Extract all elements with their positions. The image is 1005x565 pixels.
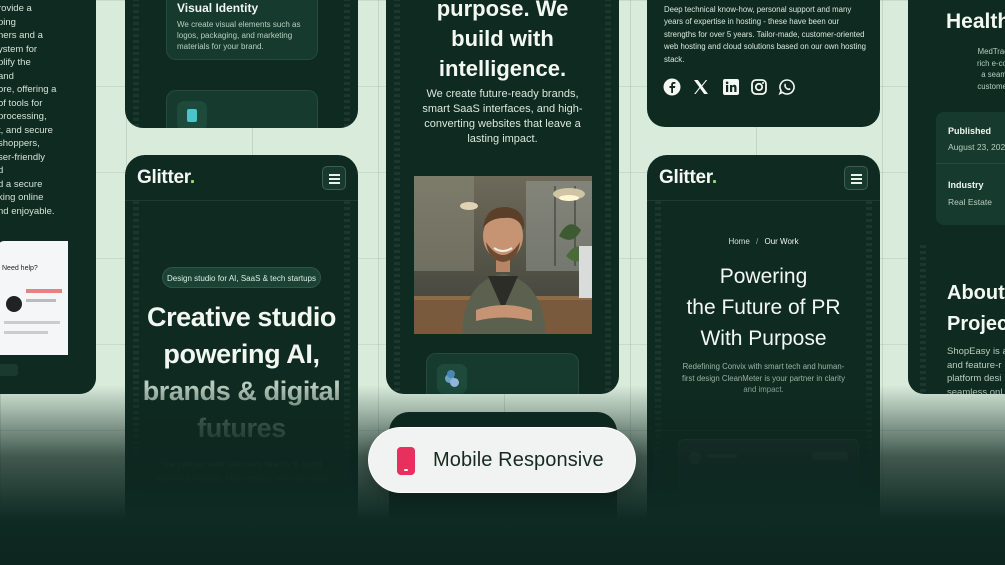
- right-partial-phone: Health MedTrack is a m rich e-commerce a…: [908, 0, 1005, 394]
- mobile-responsive-badge: Mobile Responsive: [368, 427, 636, 493]
- text-line: ping: [0, 16, 16, 28]
- left-partial-phone: rovide a ping ners and a ystem for plify the…: [0, 0, 96, 394]
- text-line: t, and secure: [0, 124, 53, 136]
- text-line: shoppers,: [0, 138, 40, 149]
- hero-subtext: We partner with visionary teams to build…: [155, 459, 328, 483]
- hero-header: Glitter.: [125, 155, 358, 201]
- about-project-heading: About Projec: [947, 282, 1005, 335]
- breadcrumb-current: Our Work: [764, 237, 799, 246]
- center-phone: purpose. We build with intelligence. We …: [386, 0, 619, 394]
- instagram-icon[interactable]: [750, 78, 768, 96]
- visual-identity-desc: We create visual elements such as logos, …: [177, 19, 317, 52]
- published-value: August 23, 202: [948, 142, 1005, 152]
- circles-icon: [437, 364, 467, 394]
- feature-card: [426, 353, 579, 394]
- published-label: Published: [948, 126, 992, 136]
- work-header: Glitter.: [647, 155, 880, 201]
- glitter-logo[interactable]: Glitter.: [659, 167, 717, 189]
- text-line: plify the: [0, 57, 31, 68]
- hero-heading: Creative studio powering AI, brands & di…: [142, 302, 341, 443]
- text-line: rovide a: [0, 3, 32, 14]
- menu-button[interactable]: [322, 166, 346, 190]
- facebook-icon[interactable]: [663, 78, 681, 96]
- text-line: d: [0, 165, 4, 176]
- about-phone: Deep technical know-how, personal suppor…: [647, 0, 880, 127]
- text-line: ners and a: [0, 30, 43, 41]
- x-icon[interactable]: [692, 78, 710, 96]
- studio-badge: Design studio for AI, SaaS & tech startu…: [162, 267, 321, 288]
- about-body: Deep technical know-how, personal suppor…: [664, 5, 866, 64]
- text-line: ore, offering a: [0, 84, 57, 95]
- health-desc: MedTrack is a m rich e-commerce a seamle…: [976, 47, 1005, 91]
- text-line: ser-friendly: [0, 151, 45, 163]
- breadcrumb: Home / Our Work: [728, 237, 799, 246]
- text-line: king online: [0, 192, 44, 203]
- mobile-icon: [397, 447, 415, 475]
- chat-preview-text: Need help?: [2, 265, 38, 272]
- text-line: ystem for: [0, 43, 38, 55]
- whatsapp-icon[interactable]: [778, 78, 796, 96]
- dashboard-preview: Need help?: [0, 241, 68, 355]
- text-line: processing,: [0, 111, 47, 122]
- work-heading: Powering the Future of PR With Purpose: [686, 265, 841, 350]
- text-line: materials for your brand.: [177, 42, 264, 51]
- clipboard-icon: [177, 101, 207, 128]
- team-member-photo: [414, 176, 592, 334]
- mobile-responsive-label: Mobile Responsive: [433, 449, 604, 471]
- work-subtext: Redefining Convix with smart tech and hu…: [682, 362, 845, 394]
- linkedin-icon[interactable]: [722, 78, 740, 96]
- center-heading: purpose. We build with intelligence.: [436, 0, 569, 81]
- glitter-logo[interactable]: Glitter.: [137, 167, 195, 189]
- text-line: logos, packaging, and marketing: [177, 31, 293, 40]
- service-card: [166, 90, 318, 128]
- industry-label: Industry: [948, 180, 984, 190]
- health-title: Health: [946, 10, 1005, 33]
- about-project-body: ShopEasy is a and feature-r platform des…: [947, 346, 1005, 394]
- hero-phone: Glitter. Design studio for AI, SaaS & te…: [125, 155, 358, 565]
- menu-button[interactable]: [844, 166, 868, 190]
- visual-identity-phone: Visual Identity We create visual element…: [125, 0, 358, 128]
- breadcrumb-home[interactable]: Home: [728, 237, 749, 246]
- text-line: d a secure: [0, 178, 43, 190]
- text-line: of tools for: [0, 97, 43, 109]
- project-meta-card: Published August 23, 202 Industry Real E…: [936, 112, 1005, 225]
- visual-identity-title: Visual Identity: [177, 1, 259, 15]
- industry-value: Real Estate: [948, 197, 992, 207]
- text-line: nd enjoyable.: [0, 205, 55, 217]
- project-preview: [678, 439, 859, 539]
- work-phone: Glitter. Home / Our Work Powering the Fu…: [647, 155, 880, 565]
- visual-identity-card: Visual Identity We create visual element…: [166, 0, 318, 60]
- center-body: We create future-ready brands, smart Saa…: [422, 88, 583, 145]
- text-line: We create visual elements such as: [177, 20, 301, 29]
- portrait-illustration: [414, 176, 592, 334]
- left-partial-text: rovide a ping ners and a ystem for plify the…: [0, 2, 94, 218]
- text-line: and: [0, 70, 14, 82]
